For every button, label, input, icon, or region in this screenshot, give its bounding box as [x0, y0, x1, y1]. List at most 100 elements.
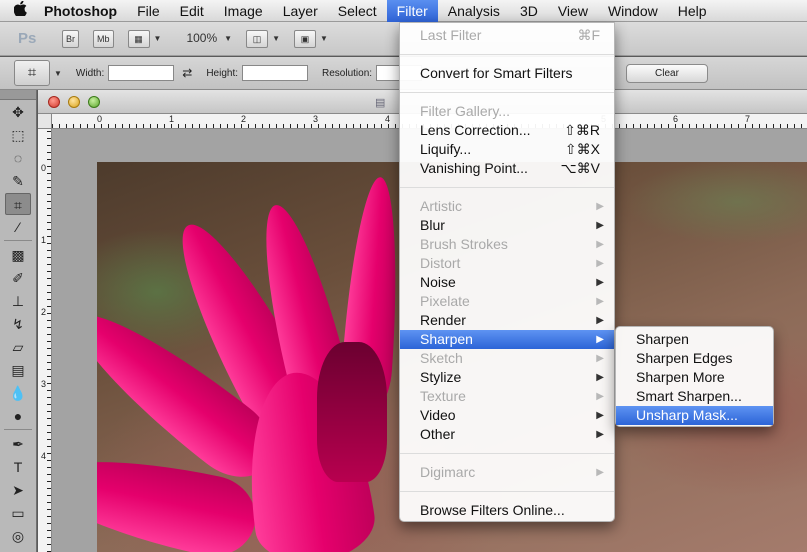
ruler-label: 1 [41, 235, 47, 245]
screen-mode-icon[interactable]: ▣ [293, 29, 316, 48]
chevron-down-icon[interactable]: ▼ [154, 34, 162, 43]
zoom-icon[interactable] [88, 96, 100, 108]
menu-window[interactable]: Window [598, 0, 668, 22]
menu-3d[interactable]: 3D [510, 0, 548, 22]
menu-item-label: Vanishing Point... [420, 160, 528, 176]
menu-filter[interactable]: Filter [386, 0, 438, 22]
menu-edit[interactable]: Edit [170, 0, 214, 22]
menu-item-noise[interactable]: Noise ▶ [400, 273, 614, 292]
menu-view[interactable]: View [548, 0, 598, 22]
clone-stamp-tool-icon[interactable]: ⊥ [5, 290, 31, 312]
eyedropper-tool-icon[interactable]: ⁄ [5, 216, 31, 238]
menu-item-sharpen-edges[interactable]: Sharpen Edges [616, 349, 773, 368]
arrange-documents-icon[interactable]: ◫ [246, 29, 269, 48]
panel-grip[interactable] [0, 90, 36, 100]
ruler-label: 4 [385, 114, 391, 124]
eraser-tool-icon[interactable]: ▱ [5, 336, 31, 358]
menu-item-pixelate: Pixelate ▶ [400, 292, 614, 311]
menu-item-convert-smart-filters[interactable]: Convert for Smart Filters [400, 64, 614, 83]
tools-panel: ✥ ⬚ ◌ ✎ ⌗ ⁄ ▩ ✐ ⊥ ↯ ▱ ▤ 💧 ● ✒ T ➤ ▭ ◎ [0, 90, 37, 552]
divider [400, 491, 614, 492]
menu-item-label: Artistic [420, 198, 462, 214]
brush-tool-icon[interactable]: ✐ [5, 267, 31, 289]
menu-item-sharpen-basic[interactable]: Sharpen [616, 330, 773, 349]
vertical-ruler[interactable]: 0 1 2 3 4 [38, 129, 52, 552]
width-input[interactable] [108, 65, 175, 81]
menu-item-blur[interactable]: Blur ▶ [400, 216, 614, 235]
submenu-arrow-icon: ▶ [596, 372, 604, 383]
menu-item-sharpen[interactable]: Sharpen ▶ [400, 330, 614, 349]
chevron-down-icon[interactable]: ▼ [224, 34, 232, 43]
history-brush-tool-icon[interactable]: ↯ [5, 313, 31, 335]
menu-item-browse-filters-online[interactable]: Browse Filters Online... [400, 501, 614, 520]
submenu-arrow-icon: ▶ [596, 315, 604, 326]
blur-tool-icon[interactable]: 💧 [5, 382, 31, 404]
divider [4, 240, 32, 243]
close-icon[interactable] [48, 96, 60, 108]
height-input[interactable] [242, 65, 309, 81]
type-tool-icon[interactable]: T [5, 456, 31, 478]
ruler-label: 2 [41, 307, 47, 317]
ruler-origin[interactable] [38, 114, 52, 129]
dodge-tool-icon[interactable]: ● [5, 405, 31, 427]
bridge-button[interactable]: Br [62, 29, 79, 48]
zoom-level[interactable]: 100% [183, 30, 220, 48]
submenu-arrow-icon: ▶ [596, 353, 604, 364]
menu-item-label: Liquify... [420, 141, 472, 157]
crop-tool-preset-icon[interactable]: ⌗ [14, 60, 50, 86]
menu-item-label: Lens Correction... [420, 122, 531, 138]
chevron-down-icon[interactable]: ▼ [320, 34, 328, 43]
menu-help[interactable]: Help [668, 0, 717, 22]
mini-bridge-button[interactable]: Mb [93, 29, 114, 48]
crop-tool-icon[interactable]: ⌗ [5, 193, 31, 215]
pen-tool-icon[interactable]: ✒ [5, 433, 31, 455]
chevron-down-icon[interactable]: ▼ [54, 69, 62, 78]
menu-file[interactable]: File [127, 0, 170, 22]
menu-item-smart-sharpen[interactable]: Smart Sharpen... [616, 387, 773, 406]
lasso-tool-icon[interactable]: ◌ [5, 147, 31, 169]
ruler-label: 2 [241, 114, 247, 124]
menu-item-sketch: Sketch ▶ [400, 349, 614, 368]
move-tool-icon[interactable]: ✥ [5, 101, 31, 123]
menu-analysis[interactable]: Analysis [438, 0, 510, 22]
menu-item-last-filter: Last Filter ⌘F [400, 26, 614, 45]
quick-selection-tool-icon[interactable]: ✎ [5, 170, 31, 192]
extras-icon[interactable]: ▦ [127, 29, 150, 48]
menu-item-label: Texture [420, 388, 466, 404]
menu-select[interactable]: Select [328, 0, 387, 22]
menu-item-sharpen-more[interactable]: Sharpen More [616, 368, 773, 387]
menu-item-other[interactable]: Other ▶ [400, 425, 614, 444]
gradient-tool-icon[interactable]: ▤ [5, 359, 31, 381]
menu-item-unsharp-mask[interactable]: Unsharp Mask... [616, 406, 773, 425]
ruler-label: 3 [313, 114, 319, 124]
apple-icon[interactable] [0, 0, 40, 20]
menu-item-render[interactable]: Render ▶ [400, 311, 614, 330]
submenu-arrow-icon: ▶ [596, 258, 604, 269]
clear-button[interactable]: Clear [626, 64, 708, 83]
submenu-arrow-icon: ▶ [596, 429, 604, 440]
menu-item-distort: Distort ▶ [400, 254, 614, 273]
menu-layer[interactable]: Layer [273, 0, 328, 22]
menu-item-label: Brush Strokes [420, 236, 508, 252]
menu-item-vanishing-point[interactable]: Vanishing Point... ⌥⌘V [400, 159, 614, 178]
document-icon: ▤ [375, 97, 386, 109]
shortcut-label: ⇧⌘R [564, 122, 600, 138]
menu-item-video[interactable]: Video ▶ [400, 406, 614, 425]
path-selection-tool-icon[interactable]: ➤ [5, 479, 31, 501]
width-label: Width: [75, 67, 105, 79]
shape-tool-icon[interactable]: ▭ [5, 502, 31, 524]
minimize-icon[interactable] [68, 96, 80, 108]
ruler-label: 3 [41, 379, 47, 389]
menu-image[interactable]: Image [214, 0, 273, 22]
menu-photoshop[interactable]: Photoshop [40, 0, 127, 22]
menu-item-lens-correction[interactable]: Lens Correction... ⇧⌘R [400, 121, 614, 140]
3d-tool-icon[interactable]: ◎ [5, 525, 31, 547]
menu-item-stylize[interactable]: Stylize ▶ [400, 368, 614, 387]
healing-brush-tool-icon[interactable]: ▩ [5, 244, 31, 266]
menu-item-label: Pixelate [420, 293, 470, 309]
marquee-tool-icon[interactable]: ⬚ [5, 124, 31, 146]
menu-item-label: Distort [420, 255, 461, 271]
chevron-down-icon[interactable]: ▼ [272, 34, 280, 43]
swap-icon[interactable]: ⇄ [182, 66, 192, 80]
menu-item-liquify[interactable]: Liquify... ⇧⌘X [400, 140, 614, 159]
